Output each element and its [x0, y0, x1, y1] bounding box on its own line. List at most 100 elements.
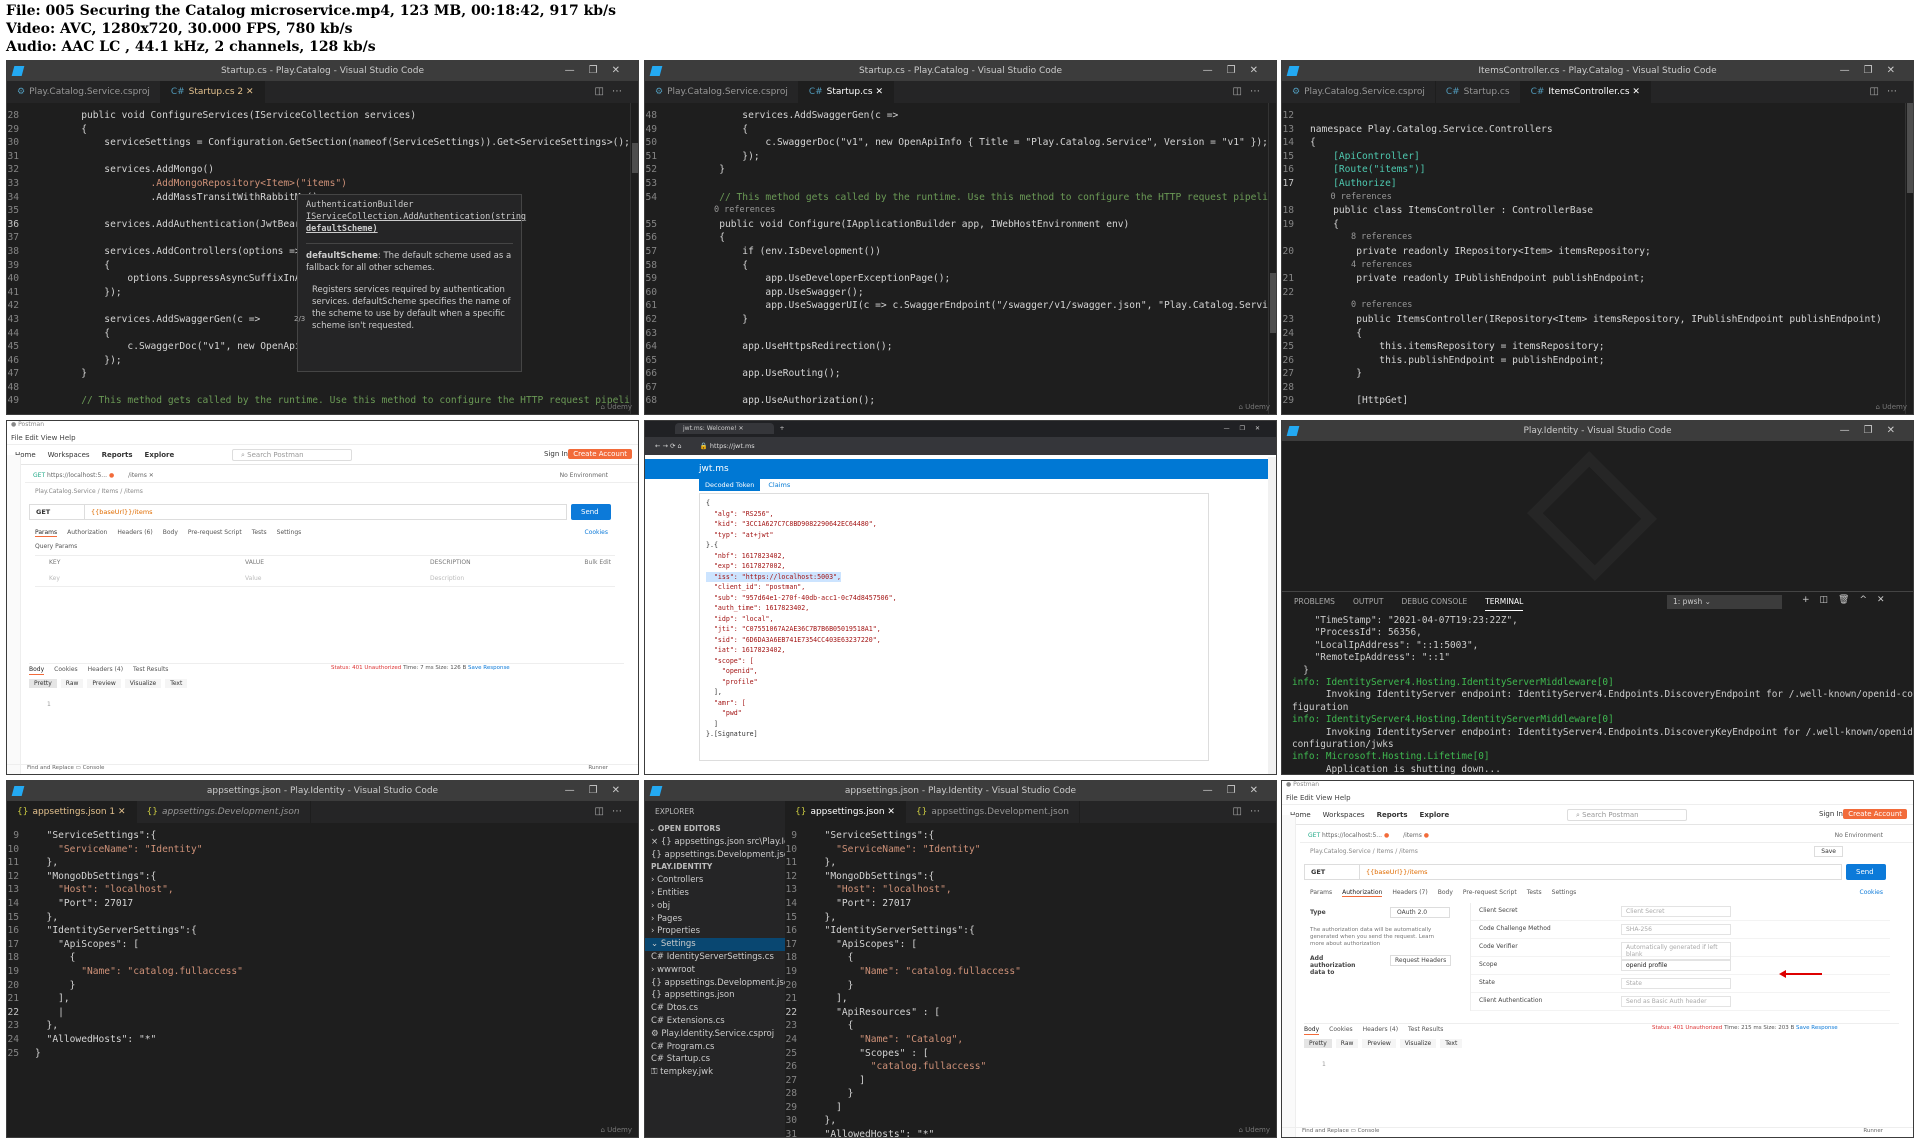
format-preview[interactable]: Preview — [87, 679, 121, 688]
request-tab[interactable]: GET https://localhost:5... ● — [1308, 832, 1389, 839]
tab-appsettings[interactable]: {} appsettings.json 1 ✕ — [7, 801, 137, 823]
tab-csproj[interactable]: ⚙ Play.Catalog.Service.csproj — [645, 81, 799, 103]
format-raw[interactable]: Raw — [60, 679, 84, 688]
panel-tab-output[interactable]: OUTPUT — [1353, 592, 1384, 611]
subtab-authorization[interactable]: Authorization — [1342, 889, 1383, 897]
split-editor-icon[interactable]: ◫⋯ — [595, 801, 630, 823]
code-editor[interactable]: 9 "ServiceSettings":{10 "ServiceName": "… — [785, 823, 1276, 1137]
tree-item[interactable]: {} appsettings.Development.json... — [645, 849, 785, 862]
method-select[interactable]: GET — [30, 505, 85, 519]
save-response-button[interactable]: Save Response — [1796, 1025, 1838, 1031]
url-input[interactable]: {{baseUrl}}/items — [1360, 865, 1428, 879]
response-tab-test-results[interactable]: Test Results — [133, 666, 168, 675]
terminal-output[interactable]: "TimeStamp": "2021-04-07T19:23:22Z", "Pr… — [1282, 611, 1913, 774]
request-tab-active[interactable]: /items ● — [1403, 832, 1429, 839]
format-visualize[interactable]: Visualize — [124, 679, 162, 688]
auth-field-input[interactable]: SHA-256 — [1621, 924, 1731, 935]
nav-reports[interactable]: Reports — [102, 451, 133, 459]
tab-csproj[interactable]: ⚙ Play.Catalog.Service.csproj — [1282, 81, 1436, 103]
request-tab-active[interactable]: /items ✕ — [128, 472, 154, 479]
page-scrollbar[interactable] — [1268, 457, 1276, 774]
find-replace-link[interactable]: Find and Replace — [27, 765, 74, 771]
tree-item[interactable]: C# Program.cs — [645, 1041, 785, 1054]
format-text[interactable]: Text — [165, 679, 188, 688]
new-tab-icon[interactable]: + — [779, 425, 784, 432]
cookies-link[interactable]: Cookies — [585, 529, 609, 536]
tree-item[interactable]: › Entities — [645, 887, 785, 900]
subtab-body[interactable]: Body — [163, 529, 178, 537]
claims-tab[interactable]: Claims — [760, 479, 798, 491]
nav-explore[interactable]: Explore — [1420, 811, 1450, 819]
terminal-actions[interactable]: +◫🗑^✕ — [1802, 595, 1895, 605]
split-editor-icon[interactable]: ◫⋯ — [595, 81, 630, 103]
window-controls[interactable]: —❐✕ — [565, 781, 634, 801]
tree-item[interactable]: › obj — [645, 900, 785, 913]
split-editor-icon[interactable]: ◫⋯ — [1233, 81, 1268, 103]
subtab-settings[interactable]: Settings — [277, 529, 302, 537]
tree-item[interactable]: C# Startup.cs — [645, 1053, 785, 1066]
subtab-tests[interactable]: Tests — [1527, 889, 1542, 897]
response-tab-body[interactable]: Body — [1304, 1026, 1320, 1035]
subtab-headers-[interactable]: Headers (7) — [1392, 889, 1427, 897]
window-controls[interactable]: —❐✕ — [1840, 61, 1909, 81]
create-account-button[interactable]: Create Account — [568, 449, 632, 459]
auth-type-select[interactable]: OAuth 2.0 — [1390, 907, 1450, 918]
tree-item[interactable]: ⌄ Settings — [645, 938, 785, 951]
search-postman[interactable]: ⌕ Search Postman — [232, 449, 352, 461]
tab-startup[interactable]: C# Startup.cs — [1436, 81, 1521, 103]
scrollbar[interactable] — [1268, 103, 1276, 414]
terminal-selector[interactable]: 1: pwsh ⌄ — [1667, 595, 1782, 609]
sign-in-link[interactable]: Sign In — [544, 450, 568, 458]
browser-tab[interactable]: jwt.ms: Welcome! ✕ — [675, 423, 774, 434]
code-editor[interactable]: 9 "ServiceSettings":{10 "ServiceName": "… — [7, 823, 638, 1060]
window-controls[interactable]: —❐✕ — [565, 61, 634, 81]
format-raw[interactable]: Raw — [1335, 1039, 1359, 1048]
tab-csproj[interactable]: ⚙ Play.Catalog.Service.csproj — [7, 81, 161, 103]
auth-field-input[interactable]: Send as Basic Auth header — [1621, 996, 1731, 1007]
open-editors-header[interactable]: ⌄ OPEN EDITORS — [645, 823, 785, 836]
response-tab-body[interactable]: Body — [29, 666, 45, 675]
method-select[interactable]: GET — [1305, 865, 1360, 879]
tree-item[interactable]: C# IdentityServerSettings.cs — [645, 951, 785, 964]
menu-bar[interactable]: File Edit View Help — [1282, 791, 1913, 805]
window-controls[interactable]: —❐✕ — [1203, 781, 1272, 801]
menu-bar[interactable]: File Edit View Help — [7, 431, 638, 445]
split-editor-icon[interactable]: ◫⋯ — [1233, 801, 1268, 823]
tree-item[interactable]: › Properties — [645, 925, 785, 938]
format-pretty[interactable]: Pretty — [29, 679, 57, 688]
code-editor[interactable]: 12 13 namespace Play.Catalog.Service.Contr… — [1282, 103, 1913, 408]
tree-item[interactable]: C# Dtos.cs — [645, 1002, 785, 1015]
tab-appsettings[interactable]: {} appsettings.json ✕ — [785, 801, 906, 823]
subtab-pre-request-script[interactable]: Pre-request Script — [188, 529, 242, 537]
window-controls[interactable]: —❐✕ — [1203, 61, 1272, 81]
tree-item[interactable]: {} appsettings.Development.json — [645, 977, 785, 990]
console-link[interactable]: Console — [1358, 1128, 1380, 1134]
subtab-authorization[interactable]: Authorization — [67, 529, 107, 537]
response-tab-headers-[interactable]: Headers (4) — [88, 666, 123, 675]
tree-item[interactable]: C# Extensions.cs — [645, 1015, 785, 1028]
tree-item[interactable]: PLAY.IDENTITY — [645, 861, 785, 874]
code-editor[interactable]: 48 services.AddSwaggerGen(c => 49 {50 c.S… — [645, 103, 1276, 408]
nav-reports[interactable]: Reports — [1377, 811, 1408, 819]
add-auth-select[interactable]: Request Headers — [1390, 955, 1452, 966]
cookies-link[interactable]: Cookies — [1860, 889, 1884, 896]
key-input[interactable]: Key — [49, 575, 60, 582]
find-replace-link[interactable]: Find and Replace — [1302, 1128, 1349, 1134]
tab-items-controller[interactable]: C# ItemsController.cs ✕ — [1520, 81, 1651, 103]
value-input[interactable]: Value — [245, 575, 261, 582]
nav-buttons[interactable]: ← → ⟳ ⌂ — [655, 442, 682, 450]
request-tab[interactable]: GET https://localhost:5... ● — [33, 472, 114, 479]
format-text[interactable]: Text — [1440, 1039, 1463, 1048]
console-link[interactable]: Console — [83, 765, 105, 771]
response-tab-headers-[interactable]: Headers (4) — [1363, 1026, 1398, 1035]
environment-selector[interactable]: No Environment — [1835, 829, 1883, 843]
subtab-params[interactable]: Params — [1310, 889, 1332, 897]
tree-item[interactable]: ⚙ Play.Identity.Service.csproj — [645, 1028, 785, 1041]
postman-sidebar[interactable] — [1282, 815, 1296, 1137]
panel-tab-debug-console[interactable]: DEBUG CONSOLE — [1402, 592, 1468, 611]
tab-appsettings-development[interactable]: {} appsettings.Development.json — [137, 801, 311, 823]
search-postman[interactable]: ⌕ Search Postman — [1567, 809, 1687, 821]
nav-workspaces[interactable]: Workspaces — [48, 451, 90, 459]
tree-item[interactable]: × {} appsettings.json src\Play.Identit..… — [645, 836, 785, 849]
format-pretty[interactable]: Pretty — [1304, 1039, 1332, 1048]
